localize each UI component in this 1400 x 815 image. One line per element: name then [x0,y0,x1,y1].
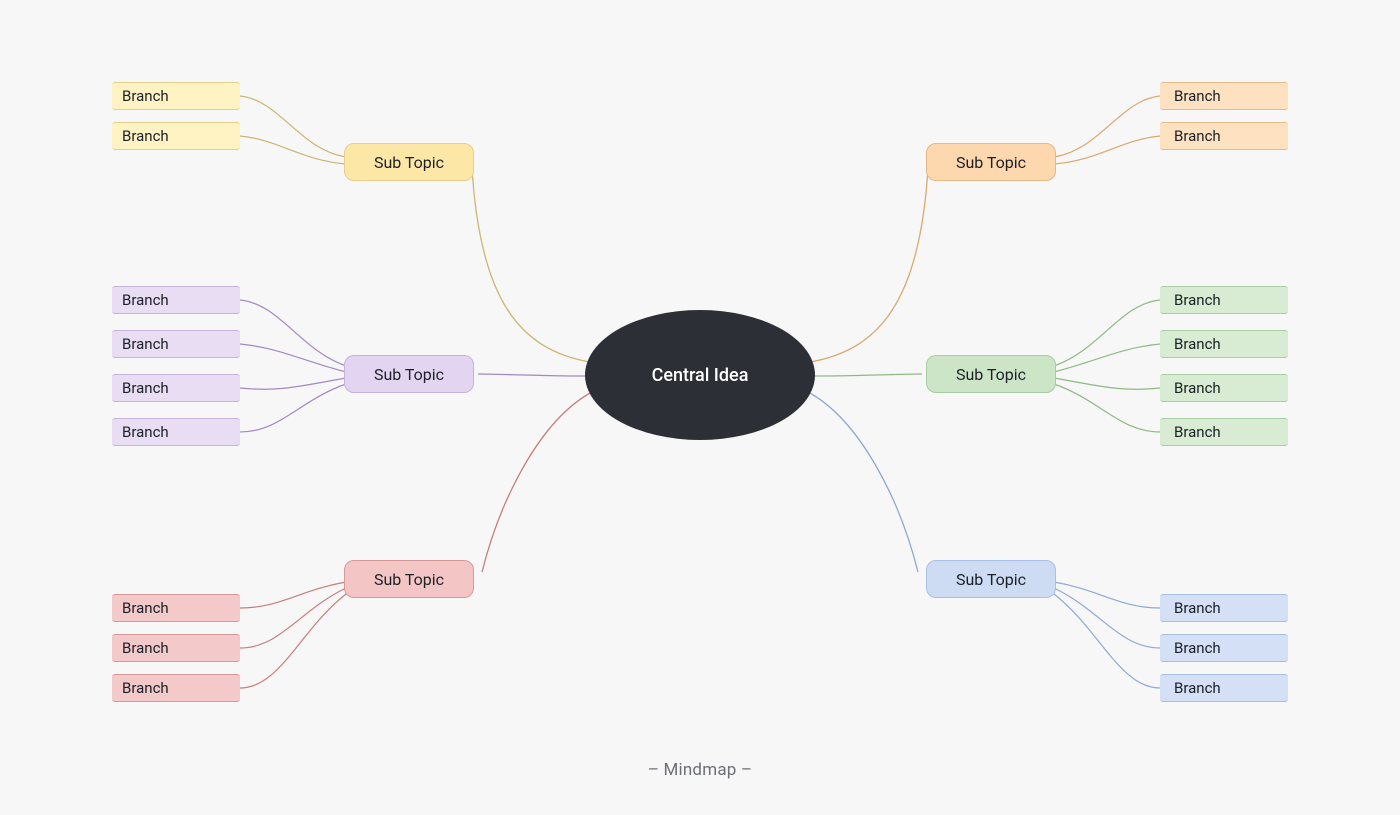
branch-node[interactable]: Branch [1160,330,1288,358]
branch-node[interactable]: Branch [1160,82,1288,110]
sub-topic-node[interactable]: Sub Topic [926,143,1056,181]
sub-topic-node[interactable]: Sub Topic [344,143,474,181]
branch-node[interactable]: Branch [112,330,240,358]
branch-node[interactable]: Branch [112,594,240,622]
central-idea-node[interactable]: Central Idea [585,310,815,440]
caption-label: – Mindmap – [0,760,1400,780]
sub-topic-node[interactable]: Sub Topic [344,355,474,393]
sub-topic-node[interactable]: Sub Topic [926,560,1056,598]
branch-node[interactable]: Branch [112,674,240,702]
branch-node[interactable]: Branch [112,122,240,150]
branch-node[interactable]: Branch [1160,634,1288,662]
branch-node[interactable]: Branch [112,634,240,662]
branch-node[interactable]: Branch [112,418,240,446]
branch-node[interactable]: Branch [1160,374,1288,402]
branch-node[interactable]: Branch [1160,418,1288,446]
branch-node[interactable]: Branch [1160,674,1288,702]
sub-topic-node[interactable]: Sub Topic [926,355,1056,393]
branch-node[interactable]: Branch [112,82,240,110]
branch-node[interactable]: Branch [1160,122,1288,150]
branch-node[interactable]: Branch [112,286,240,314]
sub-topic-node[interactable]: Sub Topic [344,560,474,598]
branch-node[interactable]: Branch [1160,286,1288,314]
branch-node[interactable]: Branch [112,374,240,402]
branch-node[interactable]: Branch [1160,594,1288,622]
